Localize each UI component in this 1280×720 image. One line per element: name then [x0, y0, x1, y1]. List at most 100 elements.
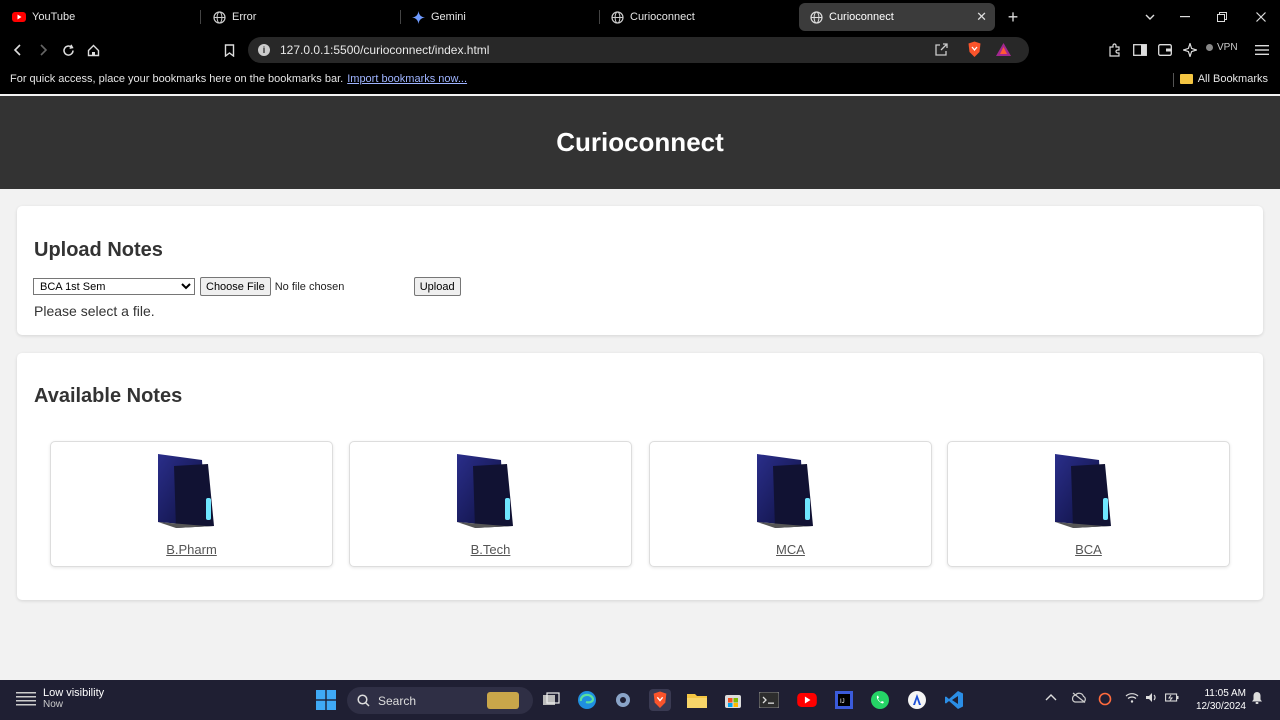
- notification-bell-icon[interactable]: [1251, 691, 1263, 708]
- intellij-icon[interactable]: IJ: [833, 689, 855, 711]
- app-icon[interactable]: [906, 689, 928, 711]
- bookmarks-divider: [1173, 73, 1174, 87]
- microsoft-store-icon[interactable]: [722, 689, 744, 711]
- upload-button[interactable]: Upload: [413, 277, 461, 296]
- extensions-icon[interactable]: [1103, 38, 1127, 62]
- tab-divider: [200, 10, 201, 24]
- folder-card-btech[interactable]: B.Tech: [349, 441, 632, 567]
- brave-shields-icon[interactable]: [967, 41, 982, 63]
- page-content: Curioconnect Upload Notes BCA 1st Sem Ch…: [0, 94, 1280, 680]
- fog-icon: [16, 691, 36, 705]
- folder-card-bca[interactable]: BCA: [947, 441, 1230, 567]
- show-hidden-icons-chevron-icon[interactable]: [1045, 692, 1057, 704]
- close-tab-icon[interactable]: ✕: [976, 9, 987, 25]
- search-highlight-icon: [487, 692, 519, 709]
- reload-icon[interactable]: [56, 38, 80, 62]
- import-bookmarks-link[interactable]: Import bookmarks now...: [347, 73, 467, 85]
- clock-date: 12/30/2024: [1195, 701, 1246, 712]
- available-notes-card: Available Notes B.Pharm B.Tech MCA BCA: [17, 353, 1263, 600]
- taskbar-search[interactable]: Search: [347, 687, 533, 714]
- onedrive-icon[interactable]: [1071, 692, 1087, 706]
- folder-label[interactable]: B.Pharm: [51, 542, 332, 557]
- clock-time: 11:05 AM: [1204, 688, 1246, 699]
- tab-curioconnect-active[interactable]: Curioconnect ✕: [799, 3, 995, 31]
- search-icon: [357, 694, 370, 707]
- wallet-icon[interactable]: [1153, 38, 1177, 62]
- all-bookmarks-label: All Bookmarks: [1197, 73, 1268, 85]
- bookmarks-message: For quick access, place your bookmarks h…: [10, 73, 467, 85]
- tab-label: Curioconnect: [829, 11, 894, 23]
- file-explorer-icon[interactable]: [686, 689, 708, 711]
- address-bar[interactable]: i 127.0.0.1:5500/curioconnect/index.html: [248, 37, 1029, 63]
- all-bookmarks-button[interactable]: All Bookmarks: [1179, 73, 1268, 85]
- tab-curioconnect[interactable]: Curioconnect: [600, 3, 796, 31]
- vpn-button[interactable]: VPN: [1206, 42, 1238, 53]
- edge-icon[interactable]: [576, 689, 598, 711]
- upload-status: Please select a file.: [34, 303, 155, 319]
- svg-text:IJ: IJ: [840, 699, 845, 705]
- sidebar-icon[interactable]: [1128, 38, 1152, 62]
- back-arrow-icon[interactable]: [6, 38, 30, 62]
- folder-icon: [1055, 454, 1111, 528]
- system-clock[interactable]: 11:05 AM 12/30/2024: [1190, 687, 1246, 713]
- folder-card-mca[interactable]: MCA: [649, 441, 932, 567]
- folder-label[interactable]: MCA: [650, 542, 931, 557]
- sync-icon[interactable]: [1098, 692, 1112, 709]
- vpn-label: VPN: [1217, 42, 1238, 53]
- tab-strip: YouTube Error Gemini Curioconnect Curioc…: [0, 0, 1280, 34]
- globe-icon: [212, 10, 226, 24]
- leo-ai-icon[interactable]: [1178, 38, 1202, 62]
- globe-icon: [809, 10, 823, 24]
- globe-icon: [610, 10, 624, 24]
- folder-label[interactable]: B.Tech: [350, 542, 631, 557]
- whatsapp-icon[interactable]: [869, 689, 891, 711]
- folder-card-bpharm[interactable]: B.Pharm: [50, 441, 333, 567]
- restore-button[interactable]: [1203, 0, 1241, 34]
- choose-file-button[interactable]: Choose File: [200, 277, 271, 296]
- search-placeholder: Search: [378, 693, 417, 708]
- home-icon[interactable]: [81, 38, 105, 62]
- youtube-app-icon[interactable]: [796, 689, 818, 711]
- task-view-icon[interactable]: [540, 689, 562, 711]
- weather-sub: Now: [43, 699, 64, 710]
- upload-notes-card: Upload Notes BCA 1st Sem Choose File No …: [17, 206, 1263, 335]
- weather-widget[interactable]: Low visibility Now: [16, 687, 104, 710]
- tab-error[interactable]: Error: [202, 3, 398, 31]
- minimize-button[interactable]: [1166, 0, 1204, 34]
- menu-icon[interactable]: [1250, 38, 1274, 62]
- notes-heading: Available Notes: [34, 385, 183, 407]
- weather-title: Low visibility: [43, 687, 105, 699]
- no-file-text: No file chosen: [274, 280, 345, 293]
- gemini-icon: [411, 10, 425, 24]
- vscode-icon[interactable]: [943, 689, 965, 711]
- taskbar: Low visibility Now Search IJ 11:05 AM 12…: [0, 680, 1280, 720]
- tab-label: YouTube: [32, 11, 76, 23]
- windows-start-icon[interactable]: [315, 689, 337, 711]
- folder-label[interactable]: BCA: [948, 542, 1229, 557]
- volume-icon[interactable]: [1145, 692, 1159, 706]
- close-window-button[interactable]: [1242, 0, 1280, 34]
- tab-label: Curioconnect: [630, 11, 695, 23]
- share-icon[interactable]: [934, 42, 949, 62]
- site-info-icon[interactable]: i: [258, 44, 270, 56]
- folder-icon: [457, 454, 513, 528]
- upload-heading: Upload Notes: [34, 239, 163, 261]
- settings-gear-icon[interactable]: [612, 689, 634, 711]
- bookmark-icon[interactable]: [217, 38, 241, 62]
- battery-icon[interactable]: [1165, 692, 1179, 706]
- forward-arrow-icon[interactable]: [31, 38, 55, 62]
- upload-form: BCA 1st Sem Choose File No file chosen U…: [33, 277, 461, 296]
- tab-search-chevron-icon[interactable]: [1131, 0, 1169, 34]
- tab-gemini[interactable]: Gemini: [401, 3, 597, 31]
- terminal-icon[interactable]: [758, 689, 780, 711]
- wifi-icon[interactable]: [1125, 692, 1139, 706]
- brave-browser-icon[interactable]: [649, 689, 671, 711]
- site-title: Curioconnect: [556, 127, 724, 157]
- browser-toolbar: i 127.0.0.1:5500/curioconnect/index.html…: [0, 34, 1280, 66]
- semester-select[interactable]: BCA 1st Sem: [33, 278, 195, 295]
- new-tab-button[interactable]: +: [994, 0, 1032, 34]
- brave-rewards-icon[interactable]: [995, 42, 1012, 62]
- tab-youtube[interactable]: YouTube: [2, 3, 198, 31]
- bookmarks-message-text: For quick access, place your bookmarks h…: [10, 73, 344, 85]
- address-url[interactable]: 127.0.0.1:5500/curioconnect/index.html: [280, 43, 489, 57]
